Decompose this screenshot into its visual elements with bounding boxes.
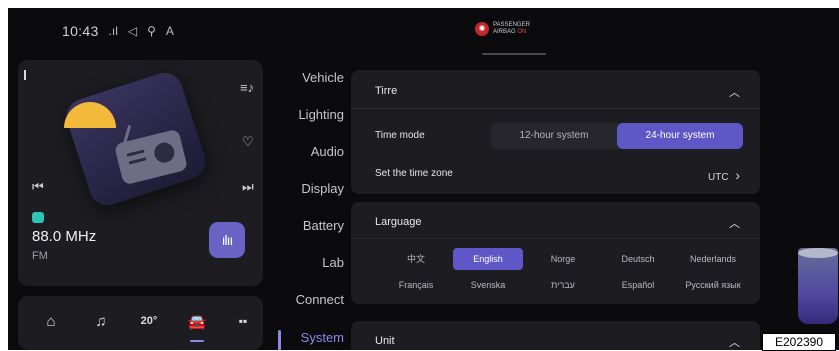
band-label: FM — [32, 250, 48, 262]
status-bar: 10:43 .ıl ◁ ⚲ A — [62, 23, 174, 39]
drink-glass-graphic — [798, 248, 838, 324]
time-panel-title: Tirre — [375, 85, 398, 97]
nav-lab[interactable]: Lab — [322, 255, 344, 270]
microphone-icon: ⚲ — [147, 24, 156, 38]
collapse-chevron-icon[interactable]: ︿ — [729, 84, 740, 100]
timezone-text: UTC — [707, 172, 729, 183]
timezone-label[interactable]: Set the time zone — [375, 168, 453, 179]
unit-panel-title: Unit — [375, 335, 395, 347]
radio-media-card[interactable]: ≡♪ ♡ ⏮ ⏭ 88.0 MHz FM ılıı — [18, 60, 263, 286]
clock: 10:43 — [62, 23, 99, 39]
lang-svenska[interactable]: Svenska — [453, 274, 523, 296]
nav-selection-bar — [278, 330, 281, 350]
timezone-value[interactable]: UTC › — [708, 167, 740, 183]
nav-vehicle[interactable]: Vehicle — [302, 70, 344, 85]
passenger-airbag-indicator: ✺ PASSENGER AIRBAG ON — [475, 22, 530, 36]
lang-norge[interactable]: Norge — [528, 248, 598, 270]
chevron-right-icon: › — [735, 167, 740, 183]
next-icon[interactable]: ⏭ — [242, 179, 254, 195]
lang-russian[interactable]: Русский язык — [678, 274, 748, 296]
drag-handle[interactable] — [482, 53, 546, 55]
home-icon[interactable]: ⌂ — [40, 313, 62, 330]
playlist-icon[interactable]: ≡♪ — [240, 80, 254, 95]
airbag-status: ON — [517, 29, 527, 35]
option-24-hour[interactable]: 24-hour system — [617, 123, 743, 149]
nav-display[interactable]: Display — [301, 181, 344, 196]
collapse-chevron-icon[interactable]: ︿ — [729, 334, 740, 350]
nav-lighting[interactable]: Lighting — [298, 107, 344, 122]
figure-code: E202390 — [762, 333, 836, 351]
navigation-icon: ◁ — [127, 24, 138, 38]
car-icon[interactable]: 🚘 — [186, 313, 208, 331]
audio-visualizer-button[interactable]: ılıı — [209, 222, 245, 258]
user-icon: A — [165, 24, 174, 38]
lang-deutsch[interactable]: Deutsch — [603, 248, 673, 270]
lang-francais[interactable]: Français — [381, 274, 451, 296]
lang-hebrew[interactable]: עברית — [528, 274, 598, 296]
nav-connect[interactable]: Connect — [296, 292, 344, 307]
option-12-hour[interactable]: 12-hour system — [491, 123, 617, 149]
nav-battery[interactable]: Battery — [303, 218, 344, 233]
pin-icon — [24, 70, 26, 80]
lang-english[interactable]: English — [453, 248, 523, 270]
favorite-icon[interactable]: ♡ — [242, 134, 254, 150]
language-panel-title: Larguage — [375, 216, 422, 228]
radio-source-icon — [32, 212, 44, 223]
infotainment-screen: 10:43 .ıl ◁ ⚲ A ✺ PASSENGER AIRBAG ON ≡♪… — [8, 8, 839, 350]
airbag-icon: ✺ — [475, 22, 489, 36]
nav-system[interactable]: System — [301, 330, 344, 345]
music-icon[interactable]: ♫ — [90, 313, 112, 330]
lang-espanol[interactable]: Español — [603, 274, 673, 296]
frequency: 88.0 MHz — [32, 228, 97, 245]
active-indicator — [190, 340, 204, 342]
airbag-line2: AIRBAG — [493, 29, 516, 35]
lang-nederlands[interactable]: Nederlands — [678, 248, 748, 270]
radio-artwork — [61, 68, 211, 210]
nav-audio[interactable]: Audio — [311, 144, 344, 159]
signal-icon: .ıl — [108, 24, 118, 38]
apps-icon[interactable]: ▪▪ — [232, 314, 254, 328]
lang-chinese[interactable]: 中文 — [381, 248, 451, 270]
time-panel: Tirre ︿ Time mode 12-hour system 24-hour… — [351, 70, 760, 194]
bottom-dock: ⌂ ♫ 20° 🚘 ▪▪ — [18, 296, 263, 350]
collapse-chevron-icon[interactable]: ︿ — [729, 215, 740, 231]
climate-temperature[interactable]: 20° — [138, 315, 160, 327]
airbag-line1: PASSENGER — [493, 22, 530, 28]
unit-panel[interactable]: Unit ︿ — [351, 321, 760, 350]
previous-icon[interactable]: ⏮ — [32, 179, 44, 195]
time-mode-selector[interactable]: 12-hour system 24-hour system — [491, 123, 743, 149]
language-panel: Larguage ︿ 中文 English Norge Deutsch Nede… — [351, 202, 760, 304]
time-mode-label: Time mode — [375, 130, 425, 141]
